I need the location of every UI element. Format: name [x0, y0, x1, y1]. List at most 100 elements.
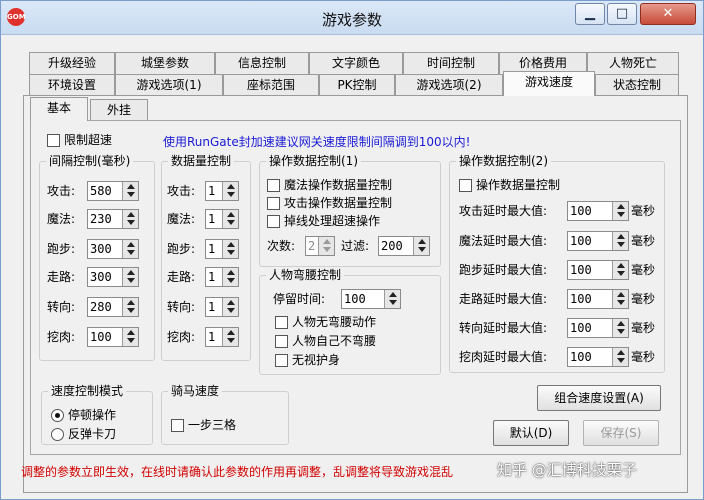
interval-turn-label: 转向: — [47, 300, 76, 314]
walk-delay-label: 走路延时最大值: — [459, 292, 548, 306]
count-attack-spinner[interactable]: 1 — [205, 181, 239, 201]
stay-time-label: 停留时间: — [273, 292, 326, 306]
count-dig-label: 挖肉: — [167, 330, 196, 344]
walk-delay-unit: 毫秒 — [631, 292, 656, 306]
watermark: 知乎 @汇博科技栗子 — [497, 461, 637, 479]
interval-run-spinner[interactable]: 300 — [87, 239, 139, 259]
minimize-button[interactable]: ▁ — [575, 3, 605, 25]
ignore-protect-checkbox[interactable] — [275, 354, 288, 367]
count-group-title: 数据量控制 — [168, 154, 235, 168]
self-no-bow-label: 人物自己不弯腰 — [292, 334, 377, 348]
self-no-bow-checkbox[interactable] — [275, 335, 288, 348]
bow-group-title: 人物弯腰控制 — [266, 268, 345, 282]
no-bow-checkbox[interactable] — [275, 316, 288, 329]
op1-filter-label: 过滤: — [341, 239, 370, 253]
tab-level-exp[interactable]: 升级经验 — [29, 52, 115, 74]
maximize-button[interactable]: □ — [607, 3, 637, 25]
op1-disconnect-checkbox[interactable] — [267, 215, 280, 228]
op2-checkbox[interactable] — [459, 179, 472, 192]
count-magic-spinner[interactable]: 1 — [205, 209, 239, 229]
count-walk-label: 走路: — [167, 270, 196, 284]
rebound-mode-radio[interactable] — [51, 428, 64, 441]
pause-mode-radio[interactable] — [51, 409, 64, 422]
interval-attack-spinner[interactable]: 580 — [87, 181, 139, 201]
limit-speed-label: 限制超速 — [64, 133, 113, 147]
op1-filter-spinner[interactable]: 200 — [378, 236, 430, 256]
count-attack-label: 攻击: — [167, 184, 196, 198]
tab-game-speed[interactable]: 游戏速度 — [503, 71, 595, 96]
attack-delay-label: 攻击延时最大值: — [459, 204, 548, 218]
footer-warning: 调整的参数立即生效，在线时请确认此参数的作用再调整，乱调整将导致游戏混乱 — [21, 465, 454, 479]
interval-magic-label: 魔法: — [47, 212, 76, 226]
speed-notice: 使用RunGate封加速建议网关速度限制间隔调到100以内! — [163, 135, 471, 149]
op1-disconnect-label: 掉线处理超速操作 — [284, 214, 381, 228]
op1-attack-checkbox[interactable] — [267, 197, 280, 210]
interval-dig-spinner[interactable]: 100 — [87, 327, 139, 347]
interval-walk-spinner[interactable]: 300 — [87, 267, 139, 287]
turn-delay-label: 转向延时最大值: — [459, 321, 548, 335]
tab-coord-range[interactable]: 座标范围 — [223, 74, 319, 96]
interval-turn-spinner[interactable]: 280 — [87, 297, 139, 317]
attack-delay-unit: 毫秒 — [631, 204, 656, 218]
tab-time-control[interactable]: 时间控制 — [403, 52, 499, 74]
op1-magic-label: 魔法操作数据量控制 — [284, 178, 393, 192]
count-turn-label: 转向: — [167, 300, 196, 314]
limit-speed-checkbox[interactable] — [47, 134, 60, 147]
interval-group-title: 间隔控制(毫秒) — [46, 154, 134, 168]
tab-game-options-1[interactable]: 游戏选项(1) — [115, 74, 223, 96]
title-bar[interactable]: GOM 游戏参数 ▁ □ ✕ — [1, 1, 703, 35]
count-dig-spinner[interactable]: 1 — [205, 327, 239, 347]
pause-mode-label: 停顿操作 — [68, 408, 117, 422]
turn-delay-unit: 毫秒 — [631, 321, 656, 335]
rebound-mode-label: 反弹卡刀 — [68, 427, 117, 441]
run-delay-unit: 毫秒 — [631, 263, 656, 277]
interval-run-label: 跑步: — [47, 242, 76, 256]
op2-group-title: 操作数据控制(2) — [456, 154, 551, 168]
interval-magic-spinner[interactable]: 230 — [87, 209, 139, 229]
attack-delay-spinner[interactable]: 100 — [567, 201, 629, 221]
ignore-protect-label: 无视护身 — [292, 353, 341, 367]
tab-castle[interactable]: 城堡参数 — [115, 52, 215, 74]
tab-environment[interactable]: 环境设置 — [29, 74, 115, 96]
tab-game-options-2[interactable]: 游戏选项(2) — [395, 74, 503, 96]
tab-text-color[interactable]: 文字颜色 — [309, 52, 403, 74]
tab-status-control[interactable]: 状态控制 — [595, 74, 679, 96]
combine-speed-button[interactable]: 组合速度设置(A) — [537, 385, 661, 411]
op1-count-label: 次数: — [267, 239, 296, 253]
magic-delay-unit: 毫秒 — [631, 234, 656, 248]
run-delay-label: 跑步延时最大值: — [459, 263, 548, 277]
game-params-window: GOM 游戏参数 ▁ □ ✕ 升级经验 城堡参数 信息控制 文字颜色 时间控制 … — [0, 0, 704, 500]
walk-delay-spinner[interactable]: 100 — [567, 289, 629, 309]
tab-info-control[interactable]: 信息控制 — [215, 52, 309, 74]
magic-delay-spinner[interactable]: 100 — [567, 231, 629, 251]
run-delay-spinner[interactable]: 100 — [567, 260, 629, 280]
subtab-basic[interactable]: 基本 — [30, 97, 88, 121]
op1-count-spinner[interactable]: 2 — [305, 236, 335, 256]
close-button[interactable]: ✕ — [640, 3, 696, 25]
subtab-plugin[interactable]: 外挂 — [90, 99, 148, 121]
interval-dig-label: 挖肉: — [47, 330, 76, 344]
dig-delay-spinner[interactable]: 100 — [567, 347, 629, 367]
op1-magic-checkbox[interactable] — [267, 179, 280, 192]
speed-mode-title: 速度控制模式 — [48, 384, 127, 398]
op2-check-label: 操作数据量控制 — [476, 178, 561, 192]
default-button[interactable]: 默认(D) — [493, 420, 569, 446]
tab-death[interactable]: 人物死亡 — [587, 52, 679, 74]
stay-time-spinner[interactable]: 100 — [341, 289, 401, 309]
count-turn-spinner[interactable]: 1 — [205, 297, 239, 317]
save-button[interactable]: 保存(S) — [583, 420, 659, 446]
interval-walk-label: 走路: — [47, 270, 76, 284]
count-walk-spinner[interactable]: 1 — [205, 267, 239, 287]
horse-speed-title: 骑马速度 — [168, 384, 223, 398]
count-magic-label: 魔法: — [167, 212, 196, 226]
tab-pk-control[interactable]: PK控制 — [319, 74, 395, 96]
interval-attack-label: 攻击: — [47, 184, 76, 198]
op1-attack-label: 攻击操作数据量控制 — [284, 196, 393, 210]
three-step-checkbox[interactable] — [171, 419, 184, 432]
three-step-label: 一步三格 — [188, 418, 237, 432]
count-run-spinner[interactable]: 1 — [205, 239, 239, 259]
turn-delay-spinner[interactable]: 100 — [567, 318, 629, 338]
op1-group-title: 操作数据控制(1) — [266, 154, 361, 168]
dig-delay-label: 挖肉延时最大值: — [459, 350, 548, 364]
dig-delay-unit: 毫秒 — [631, 350, 656, 364]
